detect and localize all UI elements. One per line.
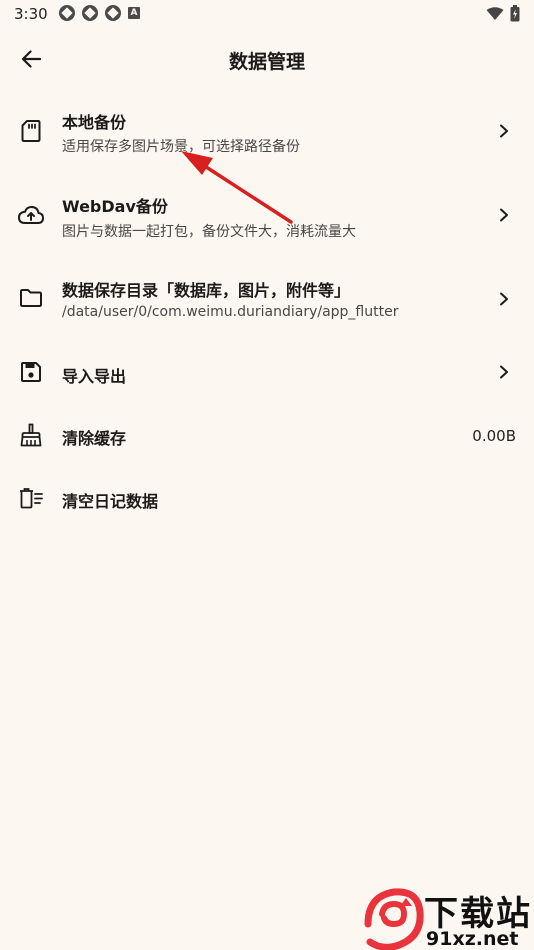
local-backup-row[interactable]: 本地备份 适用保存多图片场景，可选择路径备份 xyxy=(0,97,534,169)
row-subtitle: 适用保存多图片场景，可选择路径备份 xyxy=(62,139,300,155)
chevron-right-icon xyxy=(500,208,508,222)
chevron-right-icon xyxy=(500,292,508,306)
status-time: 3:30 xyxy=(14,5,48,23)
battery-icon xyxy=(510,5,520,22)
webdav-backup-row[interactable]: WebDav备份 图片与数据一起打包，备份文件大，消耗流量大 xyxy=(0,180,534,252)
a-notification-icon: A xyxy=(128,7,140,19)
notification-icons: A xyxy=(59,5,140,21)
row-title: 数据保存目录「数据库，图片，附件等」 xyxy=(62,281,351,300)
data-directory-row[interactable]: 数据保存目录「数据库，图片，附件等」 /data/user/0/com.weim… xyxy=(0,264,534,336)
app-notification-icon xyxy=(82,5,98,21)
row-title: 清除缓存 xyxy=(62,429,127,448)
app-notification-icon xyxy=(59,5,75,21)
row-subtitle: 图片与数据一起打包，备份文件大，消耗流量大 xyxy=(62,224,356,240)
chevron-right-icon xyxy=(500,124,508,138)
watermark-url: 91xz.net xyxy=(426,928,519,950)
delete-list-icon xyxy=(18,485,44,511)
row-title: 导入导出 xyxy=(62,367,127,386)
import-export-row[interactable]: 导入导出 xyxy=(0,348,534,398)
row-subtitle: /data/user/0/com.weimu.duriandiary/app_f… xyxy=(62,304,399,320)
row-title: 清空日记数据 xyxy=(62,492,159,511)
cache-size-value: 0.00B xyxy=(472,427,516,445)
broom-icon xyxy=(18,422,44,448)
cloud-upload-icon xyxy=(18,202,44,228)
folder-icon xyxy=(18,285,44,311)
watermark-emblem-icon xyxy=(364,888,424,950)
save-icon xyxy=(18,359,44,385)
sd-card-icon xyxy=(18,118,44,144)
status-bar: 3:30 A xyxy=(0,0,534,28)
wifi-icon xyxy=(486,6,504,20)
row-title: WebDav备份 xyxy=(62,197,168,216)
row-title: 本地备份 xyxy=(62,113,127,132)
chevron-right-icon xyxy=(500,365,508,379)
app-notification-icon xyxy=(105,5,121,21)
clear-diary-data-row[interactable]: 清空日记数据 xyxy=(0,474,534,524)
system-icons xyxy=(486,5,520,22)
clear-cache-row[interactable]: 清除缓存 0.00B xyxy=(0,411,534,461)
top-app-bar: 数据管理 xyxy=(0,28,534,90)
page-title: 数据管理 xyxy=(228,51,305,73)
watermark-logo: 下载站 91xz.net xyxy=(360,884,534,950)
